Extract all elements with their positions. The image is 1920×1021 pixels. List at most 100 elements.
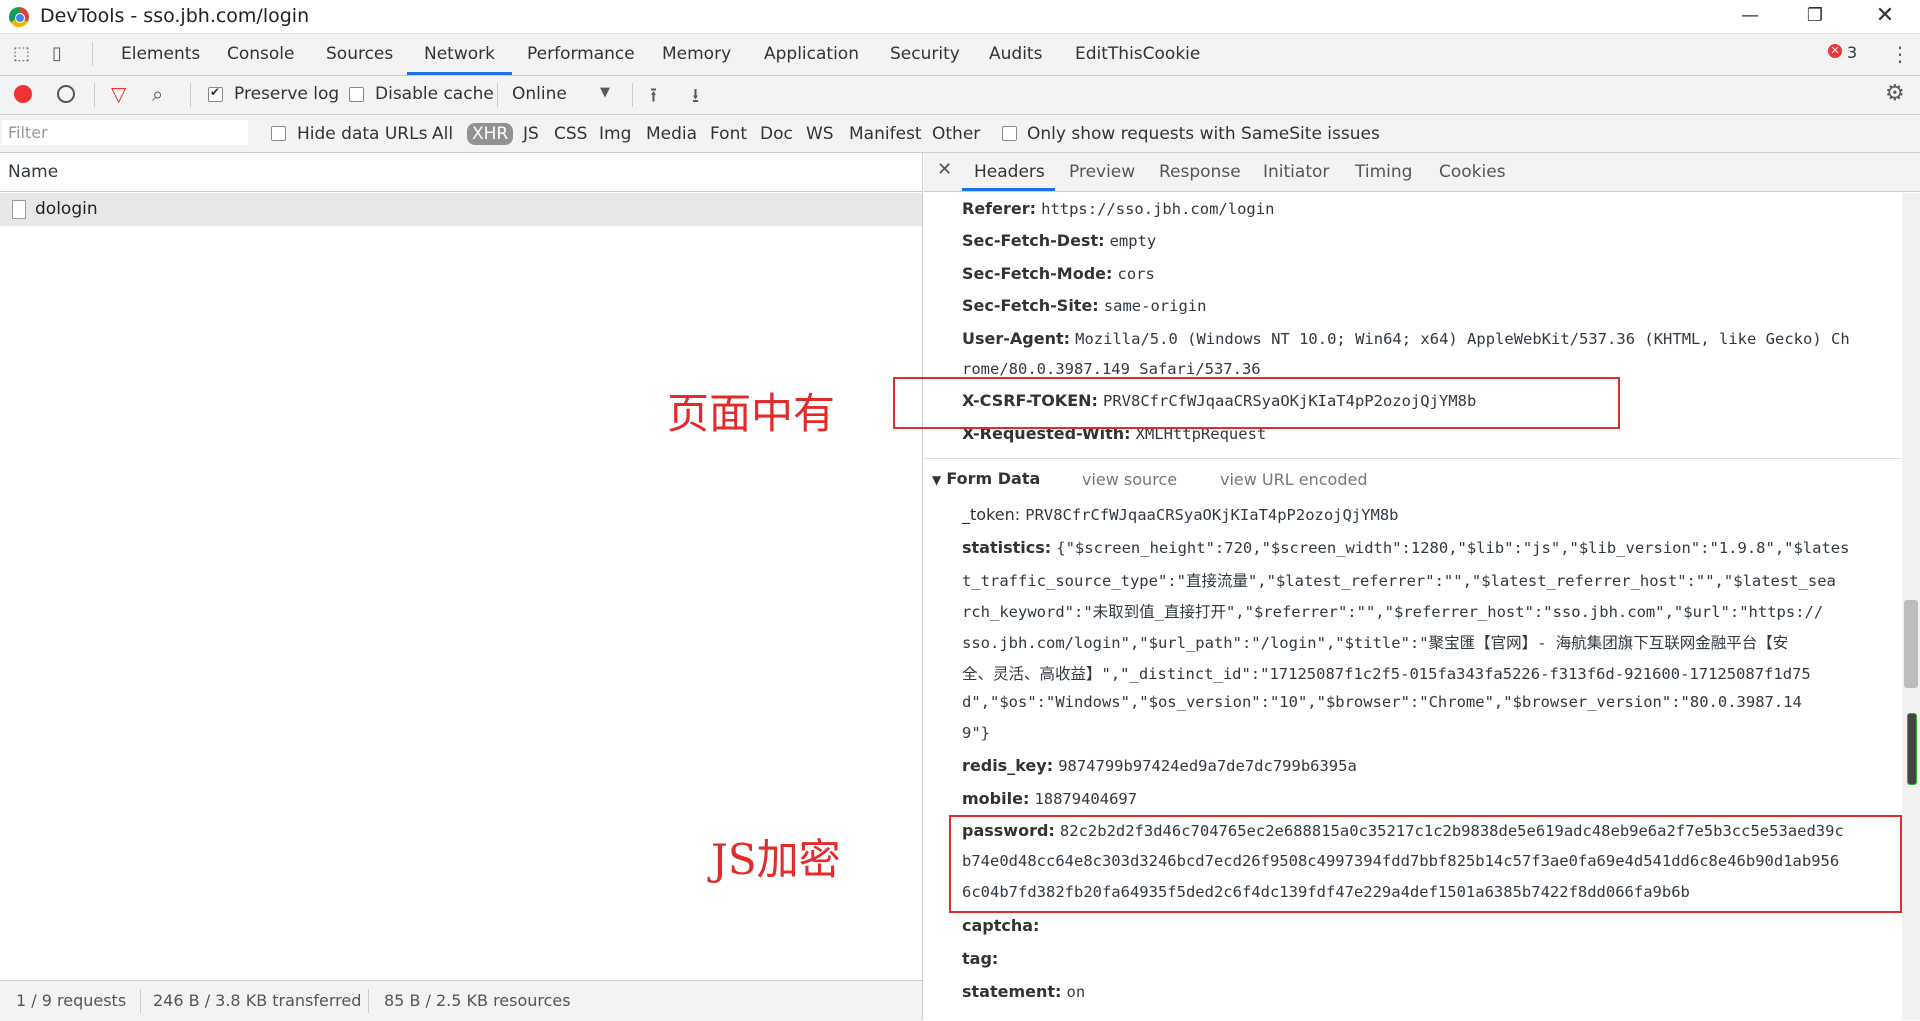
tab-preview[interactable]: Preview [1069,162,1135,182]
form-statistics-line: sso.jbh.com/login","$url_path":"/login",… [962,634,1789,652]
request-count: 1 / 9 requests [16,991,127,1010]
form-tag: tag: [962,949,999,968]
header-sec-fetch-mode: Sec-Fetch-Mode: cors [962,264,1155,283]
active-tab-indicator [962,188,1055,191]
form-statistics-line: 全、灵活、高收益】","_distinct_id":"17125087f1c2f… [962,665,1811,683]
form-statistics-line: d","$os":"Windows","$os_version":"10","$… [962,693,1802,711]
filter-type-css[interactable]: CSS [554,124,587,144]
filter-type-font[interactable]: Font [710,124,747,144]
chrome-logo-icon [9,7,29,27]
panel-tabbar: ⬚ ▯ Elements Console Sources Network Per… [0,34,1920,76]
tab-audits[interactable]: Audits [989,34,1042,75]
tab-sources[interactable]: Sources [326,34,393,75]
search-icon[interactable]: ⌕ [152,82,163,106]
form-token: _token: PRV8CfrCfWJqaaCRSyaOKjKIaT4pP2oz… [962,505,1399,524]
samesite-label[interactable]: Only show requests with SameSite issues [1027,124,1380,144]
tab-memory[interactable]: Memory [662,34,731,75]
filter-bar: Filter Hide data URLs All XHR JS CSS Img… [0,115,1920,153]
transferred-size: 246 B / 3.8 KB transferred [153,991,362,1010]
filter-type-media[interactable]: Media [646,124,697,144]
form-statement: statement: on [962,982,1086,1001]
disable-cache-label[interactable]: Disable cache [375,84,494,104]
name-column-label: Name [8,162,59,182]
hide-data-urls-checkbox[interactable] [271,126,286,141]
header-sec-fetch-site: Sec-Fetch-Site: same-origin [962,296,1207,315]
header-sec-fetch-dest: Sec-Fetch-Dest: empty [962,231,1157,250]
form-data-section-toggle[interactable]: ▼ Form Data [932,469,1040,488]
tab-network[interactable]: Network [407,34,512,75]
inspect-element-icon[interactable]: ⬚ [13,43,30,64]
resources-size: 85 B / 2.5 KB resources [384,991,571,1010]
close-details-icon[interactable]: ✕ [937,159,952,180]
status-bar: 1 / 9 requests 246 B / 3.8 KB transferre… [0,980,922,1021]
hide-data-urls-label[interactable]: Hide data URLs [297,124,427,144]
filter-type-js[interactable]: JS [523,124,539,144]
error-count[interactable]: 3 [1847,43,1857,62]
tab-application[interactable]: Application [764,34,859,75]
details-scrollbar[interactable] [1902,193,1920,1020]
divider [632,83,633,107]
divider [497,83,498,107]
header-user-agent-cont: rome/80.0.3987.149 Safari/537.36 [962,360,1261,378]
name-column-header[interactable]: Name [0,153,922,192]
form-redis-key: redis_key: 9874799b97424ed9a7de7dc799b63… [962,756,1357,775]
form-statistics-line: rch_keyword":"未取到值_直接打开","$referrer":"",… [962,603,1824,621]
chevron-down-icon[interactable]: ▼ [600,85,610,100]
filter-type-manifest[interactable]: Manifest [849,124,922,144]
import-har-icon[interactable]: ⭱ [650,81,657,115]
view-source-link[interactable]: view source [1082,470,1177,489]
scrollbar-marker [1907,713,1917,785]
divider [368,989,369,1013]
tab-elements[interactable]: Elements [121,34,200,75]
filter-type-all[interactable]: All [432,124,453,144]
request-list: Name dologin [0,153,923,1020]
form-statistics: statistics: {"$screen_height":720,"$scre… [962,538,1850,557]
samesite-checkbox[interactable] [1002,126,1017,141]
details-tabbar: ✕ Headers Preview Response Initiator Tim… [924,153,1920,192]
export-har-icon[interactable]: ⭳ [692,81,699,115]
maximize-icon[interactable]: ❐ [1790,0,1840,33]
clear-icon[interactable] [57,85,75,103]
tab-timing[interactable]: Timing [1355,162,1412,182]
form-captcha: captcha: [962,916,1040,935]
minimize-icon[interactable]: — [1725,0,1775,33]
annotation-js-note: JS加密 [711,835,841,884]
title-bar: DevTools - sso.jbh.com/login — ❐ ✕ [0,0,1920,34]
filter-icon[interactable]: ▽ [111,82,126,106]
request-row[interactable]: dologin [0,193,922,226]
tab-performance[interactable]: Performance [527,34,635,75]
tab-initiator[interactable]: Initiator [1263,162,1329,182]
highlight-password [949,815,1902,913]
gear-icon[interactable]: ⚙ [1885,81,1905,106]
throttle-select[interactable]: Online [512,84,567,104]
view-url-encoded-link[interactable]: view URL encoded [1220,470,1367,489]
device-toolbar-icon[interactable]: ▯ [52,43,62,64]
filter-input[interactable]: Filter [2,120,248,145]
filter-type-xhr[interactable]: XHR [467,123,514,145]
tab-console[interactable]: Console [227,34,295,75]
tab-editthiscookie[interactable]: EditThisCookie [1075,34,1200,75]
filter-type-doc[interactable]: Doc [760,124,793,144]
record-icon[interactable] [14,85,32,103]
section-divider [924,458,1902,459]
error-icon[interactable]: ✕ [1828,44,1842,58]
header-user-agent: User-Agent: Mozilla/5.0 (Windows NT 10.0… [962,329,1850,348]
filter-type-other[interactable]: Other [932,124,980,144]
filter-type-ws[interactable]: WS [806,124,834,144]
preserve-log-checkbox[interactable] [208,85,223,102]
tab-cookies[interactable]: Cookies [1439,162,1506,182]
highlight-csrf-token [893,377,1620,429]
divider [190,83,191,107]
tab-security[interactable]: Security [890,34,960,75]
divider [92,42,93,66]
tab-response[interactable]: Response [1159,162,1241,182]
more-options-icon[interactable]: ⋮ [1890,42,1910,66]
window-title: DevTools - sso.jbh.com/login [40,5,310,27]
disable-cache-checkbox[interactable] [349,87,364,102]
filter-type-img[interactable]: Img [599,124,631,144]
close-icon[interactable]: ✕ [1860,0,1910,33]
divider [140,989,141,1013]
scrollbar-thumb[interactable] [1904,600,1918,688]
preserve-log-label[interactable]: Preserve log [234,84,339,104]
tab-headers[interactable]: Headers [974,162,1045,182]
